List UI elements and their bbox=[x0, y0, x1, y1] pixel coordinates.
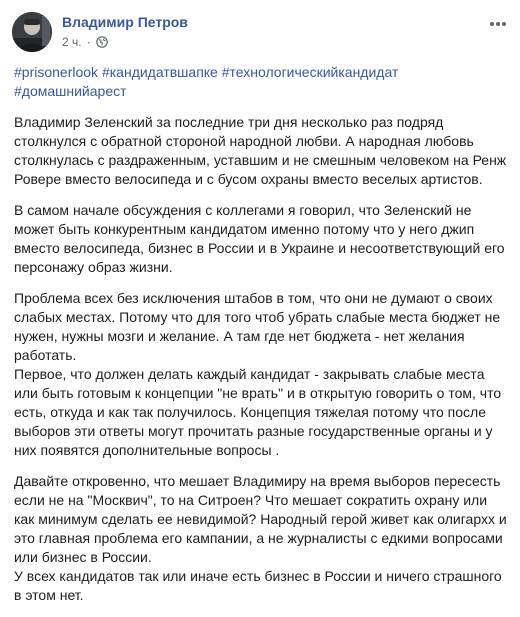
facebook-post: Владимир Петров 2 ч. · #prisonerlook #ка… bbox=[0, 0, 520, 606]
post-paragraph: В самом начале обсуждения с коллегами я … bbox=[14, 201, 510, 277]
avatar[interactable] bbox=[12, 12, 52, 52]
post-paragraph: Давайте откровенно, что мешает Владимиру… bbox=[14, 472, 510, 605]
more-options-icon[interactable] bbox=[488, 14, 508, 34]
paragraph-line: Проблема всех без исключения штабов в то… bbox=[14, 290, 501, 363]
globe-icon[interactable] bbox=[95, 36, 108, 48]
paragraph-line: В самом начале обсуждения с коллегами я … bbox=[14, 202, 505, 275]
avatar-image bbox=[12, 12, 52, 52]
hashtag-link[interactable]: #технологическийкандидат bbox=[222, 64, 399, 80]
hashtag-link[interactable]: #кандидатвшапке bbox=[102, 64, 218, 80]
paragraph-line: Давайте откровенно, что мешает Владимиру… bbox=[14, 473, 507, 565]
post-paragraph: Проблема всех без исключения штабов в то… bbox=[14, 289, 510, 460]
post-paragraph: Владимир Зеленский за последние три дня … bbox=[14, 113, 510, 189]
paragraph-line: Первое, что должен делать каждый кандида… bbox=[14, 366, 502, 458]
paragraph-line: Владимир Зеленский за последние три дня … bbox=[14, 114, 507, 187]
post-meta: 2 ч. · bbox=[62, 35, 108, 49]
hashtag-link[interactable]: #домашнийарест bbox=[14, 83, 127, 99]
post-author[interactable]: Владимир Петров bbox=[62, 14, 188, 30]
paragraph-line: У всех кандидатов так или иначе есть биз… bbox=[14, 568, 502, 603]
meta-separator: · bbox=[86, 35, 91, 49]
post-content: #prisonerlook #кандидатвшапке #технологи… bbox=[14, 63, 510, 617]
hashtag-link[interactable]: #prisonerlook bbox=[14, 64, 98, 80]
post-timestamp[interactable]: 2 ч. bbox=[62, 35, 82, 49]
hashtag-list: #prisonerlook #кандидатвшапке #технологи… bbox=[14, 63, 510, 101]
post-header: Владимир Петров 2 ч. · bbox=[12, 12, 508, 56]
